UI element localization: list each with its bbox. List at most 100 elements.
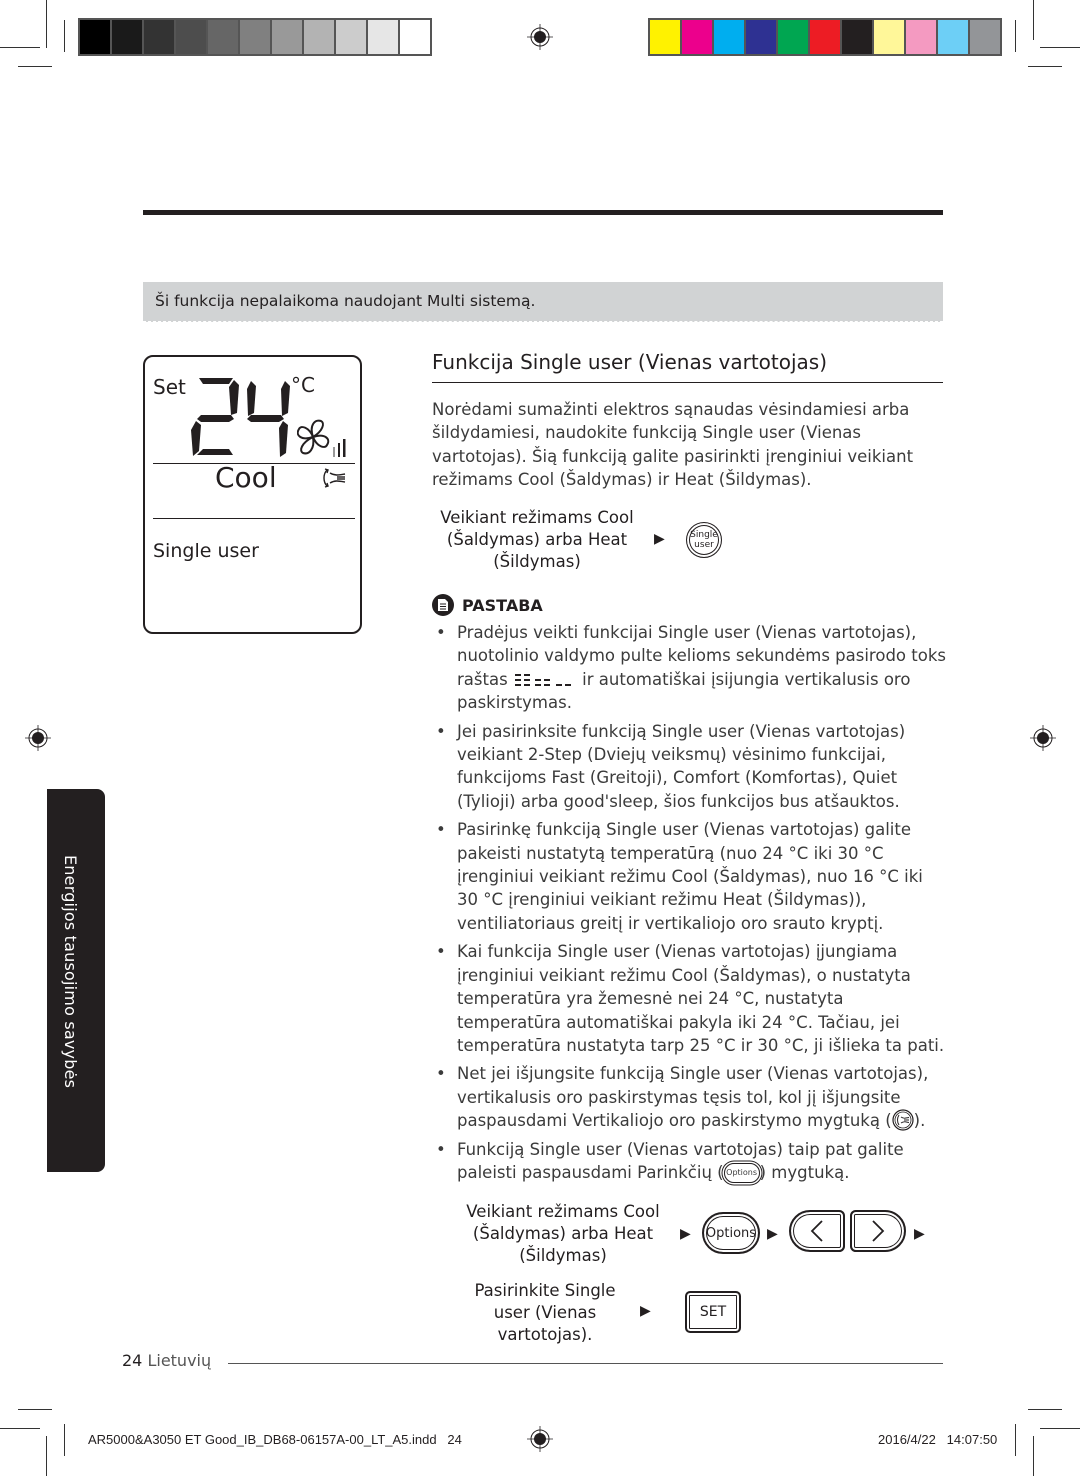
color-swatch <box>240 20 270 54</box>
options-inline-button: Options <box>723 1163 760 1184</box>
crop-mark <box>46 0 47 48</box>
options-button[interactable]: Options <box>702 1212 760 1254</box>
section-title: Funkcija Single user (Vienas vartotojas) <box>432 350 828 374</box>
color-swatch <box>938 20 968 54</box>
registration-mark-icon <box>527 24 553 50</box>
step2-line: (Šaldymas) arba Heat <box>472 1224 654 1243</box>
note-text: ) mygtuką. <box>759 1162 850 1182</box>
step3-line: vartotojas). <box>497 1325 593 1344</box>
color-swatch <box>650 20 680 54</box>
note-item: Kai funkcija Single user (Vienas vartoto… <box>432 940 947 1057</box>
step3-text: Pasirinkite Single user (Vienas vartotoj… <box>440 1280 650 1346</box>
crop-mark <box>64 20 65 52</box>
crop-mark <box>1015 1424 1016 1456</box>
slug-datetime: 2016/4/22 14:07:50 <box>878 1432 998 1447</box>
lcd-function: Single user <box>153 540 259 562</box>
step2-text: Veikiant režimams Cool (Šaldymas) arba H… <box>458 1201 668 1267</box>
color-swatch <box>682 20 712 54</box>
intro-paragraph: Norėdami sumažinti elektros sąnaudas vės… <box>432 400 914 489</box>
crop-mark <box>0 1428 40 1429</box>
set-button[interactable]: SET <box>685 1291 741 1333</box>
page-language: Lietuvių <box>147 1351 212 1370</box>
color-swatch <box>368 20 398 54</box>
note-text: Net jei išjungsite funkciją Single user … <box>457 1064 929 1131</box>
arrow-right-icon: ▶ <box>767 1226 778 1242</box>
color-swatch <box>778 20 808 54</box>
single-user-button-label: Single <box>690 530 718 540</box>
crop-mark <box>1040 47 1080 48</box>
chapter-tab-label: Energijos tausojimo savybės <box>61 855 80 1089</box>
registration-mark-icon <box>1030 725 1056 751</box>
color-swatch <box>272 20 302 54</box>
color-swatch <box>874 20 904 54</box>
note-heading: PASTABA <box>432 594 543 616</box>
note-item: Net jei išjungsite funkciją Single user … <box>432 1062 947 1132</box>
crop-mark <box>1028 66 1062 67</box>
set-button-label: SET <box>699 1304 727 1320</box>
step3-line: Pasirinkite Single <box>474 1281 616 1300</box>
left-button[interactable] <box>789 1210 845 1252</box>
color-swatch <box>906 20 936 54</box>
crop-mark <box>1015 20 1016 52</box>
fan-icon <box>297 419 346 457</box>
color-swatch <box>746 20 776 54</box>
options-inline-label: Options <box>726 1168 758 1178</box>
color-swatch <box>112 20 142 54</box>
chevron-right-icon <box>872 1220 885 1242</box>
color-swatch <box>336 20 366 54</box>
vertical-airflow-icon <box>323 468 346 488</box>
note-item: Pradėjus veikti funkcijai Single user (V… <box>432 621 947 715</box>
registration-mark-icon <box>25 725 51 751</box>
note-icon <box>432 594 454 616</box>
arrow-right-icon: ▶ <box>680 1226 691 1242</box>
note-heading-label: PASTABA <box>462 595 543 615</box>
step2-line: (Šildymas) <box>519 1246 607 1265</box>
lcd-mode: Cool <box>215 461 277 494</box>
notice-box: Ši funkcija nepalaikoma naudojant Multi … <box>143 282 943 322</box>
color-swatch <box>176 20 206 54</box>
crop-mark <box>64 1424 65 1456</box>
step1-text: Veikiant režimams Cool (Šaldymas) arba H… <box>432 507 642 573</box>
color-swatch <box>304 20 334 54</box>
display-pattern-icon <box>514 673 571 686</box>
header-rule <box>143 210 943 215</box>
step1-line: Veikiant režimams Cool <box>440 508 634 527</box>
crop-mark <box>18 1409 52 1410</box>
section-title-rule <box>432 382 943 383</box>
color-swatch <box>400 20 430 54</box>
crop-mark <box>1033 1436 1034 1476</box>
step3-line: user (Vienas <box>493 1303 597 1322</box>
lcd-set-label: Set <box>153 375 186 399</box>
arrow-right-icon: ▶ <box>914 1226 925 1242</box>
arrow-right-icon: ▶ <box>640 1303 651 1319</box>
arrow-right-icon: ▶ <box>654 531 665 547</box>
slug-filename: AR5000&A3050 ET Good_IB_DB68-06157A-00_L… <box>88 1432 462 1447</box>
notice-text: Ši funkcija nepalaikoma naudojant Multi … <box>155 292 536 310</box>
color-swatch <box>144 20 174 54</box>
color-bar <box>648 18 1002 56</box>
color-swatch <box>970 20 1000 54</box>
footer-rule <box>228 1363 943 1364</box>
note-text: ). <box>913 1111 926 1131</box>
color-swatch <box>810 20 840 54</box>
options-button-label: Options <box>705 1225 757 1241</box>
crop-mark <box>1028 1409 1062 1410</box>
page-number: 24 <box>122 1351 143 1370</box>
crop-mark <box>0 47 40 48</box>
single-user-button[interactable]: Single user <box>686 522 722 558</box>
step2-line: Veikiant režimams Cool <box>466 1202 660 1221</box>
color-swatch <box>80 20 110 54</box>
crop-mark <box>1040 1428 1080 1429</box>
crop-mark <box>1033 0 1034 40</box>
vertical-airflow-button-icon <box>892 1109 914 1131</box>
lcd-divider <box>153 518 355 519</box>
right-button[interactable] <box>850 1210 906 1252</box>
color-swatch <box>208 20 238 54</box>
note-item: Pasirinkę funkciją Single user (Vienas v… <box>432 818 947 935</box>
step1-line: (Šildymas) <box>493 552 581 571</box>
crop-mark <box>46 1436 47 1476</box>
crop-mark <box>18 66 52 67</box>
color-swatch <box>842 20 872 54</box>
step1-line: (Šaldymas) arba Heat <box>446 530 628 549</box>
single-user-button-label: user <box>694 540 714 550</box>
